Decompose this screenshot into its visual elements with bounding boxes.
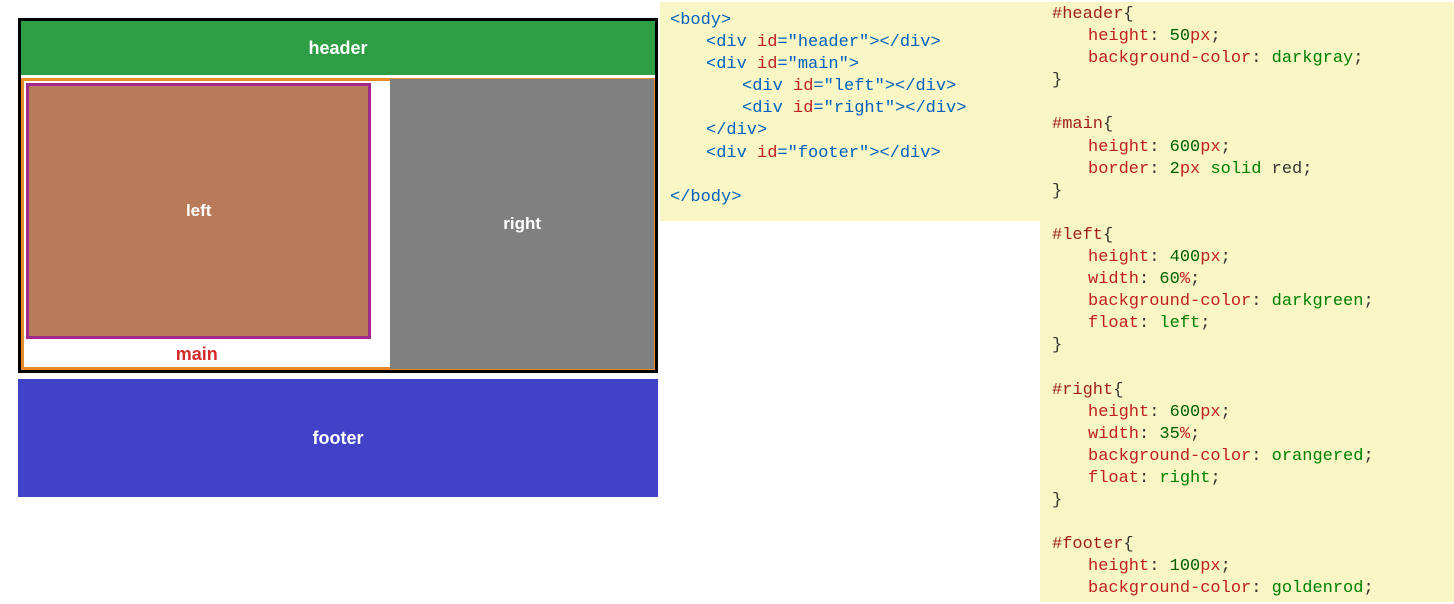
css-keyword: left [1159,314,1200,333]
diagram-right-label: right [503,214,541,234]
diagram-header-label: header [308,38,367,59]
body-close-tag: body [690,188,731,207]
css-code-block: #header{ height: 50px; background-color:… [1040,2,1454,602]
diagram-left-label: left [186,201,212,221]
css-selector: #main [1052,115,1103,134]
css-prop: height [1088,138,1149,157]
css-prop: height [1088,27,1149,46]
css-prop: width [1088,270,1139,289]
diagram-main-label: main [24,341,369,367]
css-prop: background-color [1088,579,1251,598]
css-prop: border [1088,160,1149,179]
diagram-header-box: header [21,21,655,75]
layout-diagram: header left right main footer [0,0,660,497]
css-prop: height [1088,248,1149,267]
css-num: 50 [1170,27,1190,46]
body-open-tag: body [680,11,721,30]
diagram-right-box: right [390,79,654,369]
diagram-main-inner: left right [24,81,652,369]
css-keyword: red [1272,160,1303,179]
css-num: 600 [1170,403,1201,422]
css-num: 60 [1159,270,1179,289]
css-prop: width [1088,425,1139,444]
html-code-block: <body> <div id="header"></div> <div id="… [660,2,1040,221]
css-keyword: goldenrod [1272,579,1364,598]
css-keyword: darkgreen [1272,292,1364,311]
css-prop: float [1088,314,1139,333]
diagram-wrap: header left right main [18,18,658,373]
css-selector: #left [1052,226,1103,245]
css-num: 600 [1170,138,1201,157]
css-selector: #header [1052,5,1123,24]
css-prop: height [1088,557,1149,576]
css-prop: background-color [1088,447,1251,466]
css-num: 2 [1170,160,1180,179]
css-keyword: solid [1210,160,1261,179]
diagram-left-box: left [26,83,371,339]
css-num: 100 [1170,557,1201,576]
css-prop: float [1088,469,1139,488]
css-selector: #right [1052,381,1113,400]
css-num: 35 [1159,425,1179,444]
css-keyword: darkgray [1272,49,1354,68]
diagram-footer-box: footer [18,379,658,497]
diagram-footer-label: footer [313,428,364,449]
css-keyword: orangered [1272,447,1364,466]
css-prop: height [1088,403,1149,422]
diagram-main-box: left right main [21,78,655,370]
css-keyword: right [1159,469,1210,488]
css-prop: background-color [1088,49,1251,68]
css-num: 400 [1170,248,1201,267]
css-prop: background-color [1088,292,1251,311]
css-selector: #footer [1052,535,1123,554]
